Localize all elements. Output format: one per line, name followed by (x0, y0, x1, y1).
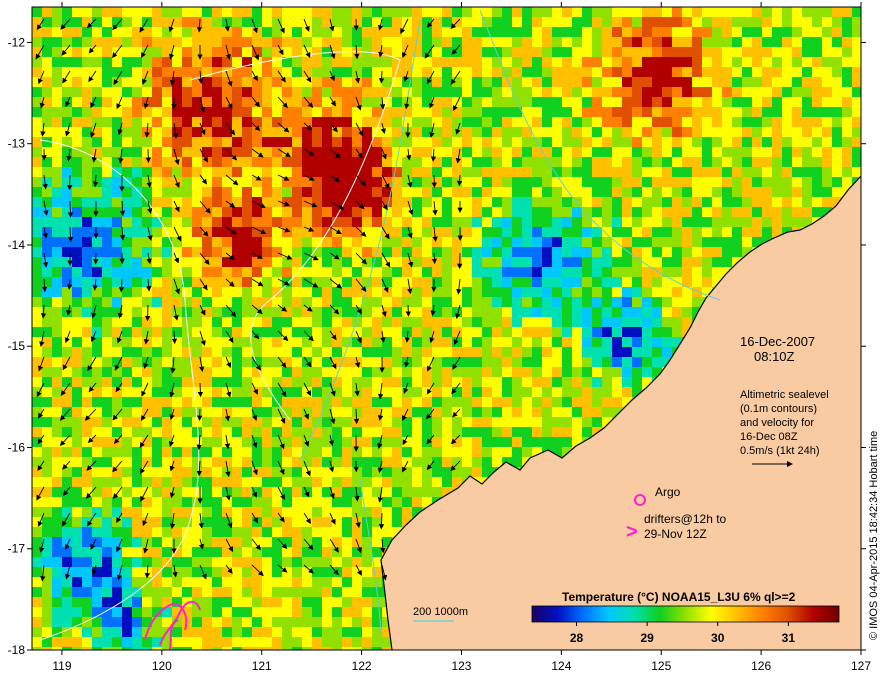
x-tick-label: 126 (751, 659, 771, 673)
x-tick-label: 120 (152, 659, 172, 673)
altimetry-line-1: Altimetric sealevel (740, 389, 829, 401)
x-tick-label: 122 (352, 659, 372, 673)
colorbar-tick-label: 29 (640, 631, 654, 645)
colorbar-ramp (531, 605, 840, 623)
x-tick-label: 125 (651, 659, 671, 673)
altimetry-line-5: 0.5m/s (1kt 24h) (740, 445, 819, 457)
altimetry-line-2: (0.1m contours) (740, 403, 817, 415)
x-tick-label: 124 (551, 659, 571, 673)
date-label: 16-Dec-2007 (740, 334, 815, 349)
y-tick-label: -17 (8, 542, 26, 556)
x-tick-label: 123 (451, 659, 471, 673)
y-tick-label: -14 (8, 238, 26, 252)
colorbar-tick-label: 31 (782, 631, 796, 645)
y-tick-label: -16 (8, 440, 26, 454)
altimetry-line-3: and velocity for (740, 417, 814, 429)
map-area[interactable] (32, 7, 862, 657)
y-tick-label: -13 (8, 137, 26, 151)
time-label: 08:10Z (754, 349, 795, 364)
colorbar-tick-label: 30 (711, 631, 725, 645)
x-tick-label: 121 (252, 659, 272, 673)
drifter-symbol: > (626, 521, 638, 543)
argo-label: Argo (655, 485, 681, 499)
colorbar-tick-label: 28 (570, 631, 584, 645)
sst-map-figure: 119 120 121 122 123 124 125 126 127 -12 -13 -14 -15… (8, 2, 880, 673)
x-tick-label: 127 (851, 659, 871, 673)
y-tick-label: -12 (8, 35, 26, 49)
y-tick-label: -15 (8, 339, 26, 353)
drifters-line-1: drifters@12h to (644, 512, 727, 526)
x-tick-label: 119 (52, 659, 71, 673)
colorbar-title: Temperature (°C) NOAA15_L3U 6% ql>=2 (562, 590, 796, 604)
drifters-line-2: 29-Nov 12Z (644, 527, 707, 541)
altimetry-line-4: 16-Dec 08Z (740, 431, 798, 443)
y-tick-label: -18 (8, 643, 26, 657)
credit-text: © IMOS 04-Apr-2015 18:42:34 Hobart time (868, 431, 880, 640)
